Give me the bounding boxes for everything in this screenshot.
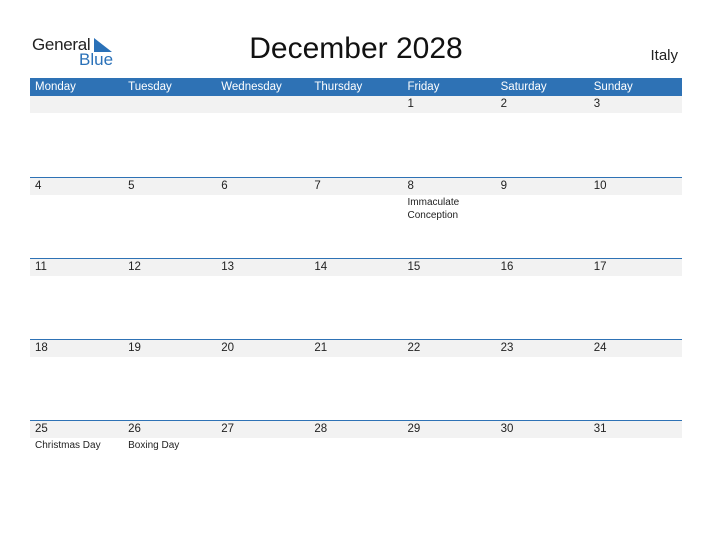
day-number: 10 <box>593 180 607 192</box>
holiday-label <box>589 357 682 358</box>
day-number: 30 <box>500 423 514 435</box>
holiday-label <box>496 438 589 452</box>
day-number: 16 <box>500 261 514 273</box>
day-number: 17 <box>593 261 607 273</box>
date-number-band: 1 2 3 <box>30 96 682 113</box>
week-row: 4 5 6 7 8 9 10 Immaculate Conception <box>30 177 682 258</box>
holiday-label: Christmas Day <box>35 440 101 451</box>
holiday-label <box>589 438 682 452</box>
week-row: 18 19 20 21 22 23 24 <box>30 339 682 420</box>
day-number <box>30 96 123 113</box>
day-number: 14 <box>314 261 328 273</box>
day-number: 23 <box>500 342 514 354</box>
week-row: 1 2 3 <box>30 96 682 177</box>
day-number: 13 <box>221 261 235 273</box>
day-number: 4 <box>35 180 42 192</box>
day-number: 8 <box>407 180 414 192</box>
day-number: 29 <box>407 423 421 435</box>
day-number: 6 <box>221 180 228 192</box>
holiday-band <box>30 113 682 114</box>
weekday-wednesday: Wednesday <box>221 81 282 93</box>
holiday-band: Christmas Day Boxing Day <box>30 438 682 452</box>
holiday-label <box>30 276 123 277</box>
country-label: Italy <box>650 47 678 64</box>
holiday-label <box>123 113 216 114</box>
holiday-label <box>309 276 402 277</box>
day-number: 5 <box>128 180 135 192</box>
day-number: 7 <box>314 180 321 192</box>
weekday-tuesday: Tuesday <box>128 81 172 93</box>
weekday-saturday: Saturday <box>500 81 547 93</box>
holiday-label <box>216 276 309 277</box>
holiday-label <box>496 113 589 114</box>
holiday-label <box>123 276 216 277</box>
day-number: 11 <box>35 261 47 273</box>
holiday-label <box>216 113 309 114</box>
holiday-label <box>403 276 496 277</box>
day-number <box>216 96 309 113</box>
day-number: 18 <box>35 342 48 354</box>
holiday-label <box>30 357 123 358</box>
holiday-label <box>216 357 309 358</box>
weekday-monday: Monday <box>35 81 76 93</box>
holiday-label <box>216 438 309 452</box>
day-number: 28 <box>314 423 328 435</box>
holiday-label <box>30 113 123 114</box>
holiday-label <box>589 113 682 114</box>
holiday-label <box>496 357 589 358</box>
holiday-label <box>30 195 123 222</box>
day-number: 15 <box>407 261 421 273</box>
holiday-label <box>589 195 682 222</box>
day-number: 3 <box>593 98 601 110</box>
holiday-label <box>403 113 496 114</box>
date-number-band: 4 5 6 7 8 9 10 <box>30 178 682 195</box>
holiday-label <box>403 357 496 358</box>
holiday-label <box>496 195 589 222</box>
week-row: 25 26 27 28 29 30 31 Christmas Day Boxing Day <box>30 420 682 501</box>
holiday-band: Immaculate Conception <box>30 195 682 222</box>
calendar-grid: Monday Tuesday Wednesday Thursday Friday… <box>30 78 682 501</box>
week-row: 11 12 13 14 15 16 17 <box>30 258 682 339</box>
day-number: 19 <box>128 342 141 354</box>
holiday-label: Boxing Day <box>128 440 180 451</box>
holiday-label <box>403 438 496 452</box>
weekday-friday: Friday <box>407 81 440 93</box>
day-number: 27 <box>221 423 235 435</box>
weekday-header: Monday Tuesday Wednesday Thursday Friday… <box>30 78 682 96</box>
day-number: 26 <box>128 423 141 435</box>
weekday-sunday: Sunday <box>593 81 633 93</box>
day-number: 22 <box>407 342 421 354</box>
day-number: 12 <box>128 261 141 273</box>
day-number <box>309 96 402 113</box>
holiday-label <box>123 357 216 358</box>
holiday-label <box>589 276 682 277</box>
day-number: 1 <box>407 98 414 110</box>
holiday-label <box>309 113 402 114</box>
calendar-title: December 2028 <box>249 32 463 65</box>
day-number: 2 <box>500 98 508 110</box>
holiday-label <box>309 195 402 222</box>
date-number-band: 25 26 27 28 29 30 31 <box>30 421 682 438</box>
day-number <box>123 96 216 113</box>
holiday-label <box>216 195 309 222</box>
day-number: 21 <box>314 342 328 354</box>
holiday-label <box>496 276 589 277</box>
holiday-label <box>123 195 216 222</box>
day-number: 31 <box>593 423 607 435</box>
day-number: 9 <box>500 180 508 192</box>
holiday-label <box>309 357 402 358</box>
holiday-band <box>30 276 682 277</box>
holiday-label <box>309 438 402 452</box>
date-number-band: 18 19 20 21 22 23 24 <box>30 340 682 357</box>
holiday-label: Immaculate Conception <box>407 197 460 221</box>
date-number-band: 11 12 13 14 15 16 17 <box>30 259 682 276</box>
day-number: 25 <box>35 423 48 435</box>
weekday-thursday: Thursday <box>314 81 363 93</box>
holiday-band <box>30 357 682 358</box>
day-number: 20 <box>221 342 235 354</box>
day-number: 24 <box>593 342 607 354</box>
